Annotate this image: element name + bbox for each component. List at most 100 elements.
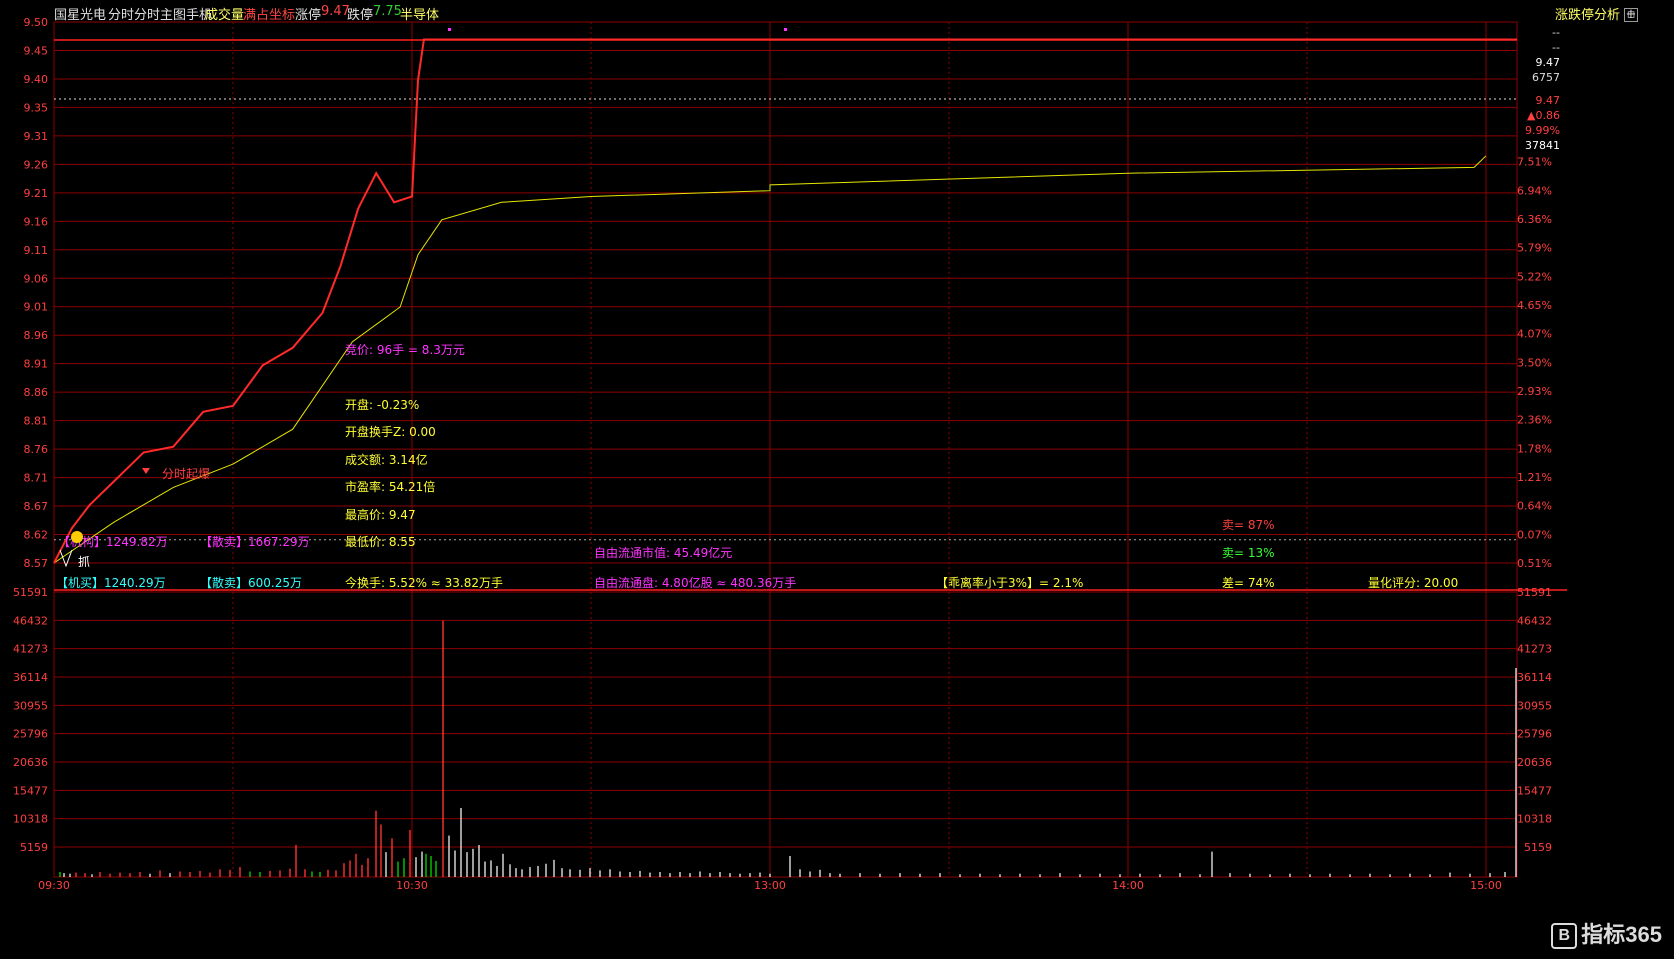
grab-label: 抓 bbox=[78, 555, 90, 569]
stat-label: 最低价: 8.55 bbox=[345, 535, 416, 549]
signal-icon bbox=[142, 468, 150, 474]
stat-label: 开盘换手Z: 0.00 bbox=[345, 424, 436, 439]
deviation-label: 【乖离率小于3%】= 2.1% bbox=[936, 575, 1083, 590]
float-value-label: 自由流通市值: 45.49亿元 bbox=[594, 545, 732, 560]
price-tick: 8.86 bbox=[24, 386, 49, 399]
info-value: 9.47 bbox=[1536, 56, 1561, 69]
burst-label: 分时起爆 bbox=[162, 467, 210, 481]
price-tick: 9.26 bbox=[24, 158, 49, 171]
pct-tick: 5.79% bbox=[1517, 242, 1552, 255]
price-tick: 9.11 bbox=[24, 244, 49, 257]
time-tick: 15:00 bbox=[1470, 879, 1502, 892]
volume-tick: 5159 bbox=[20, 841, 48, 854]
info-value: -- bbox=[1552, 41, 1560, 54]
price-tick: 8.76 bbox=[24, 443, 49, 456]
volume-tick-right: 15477 bbox=[1517, 784, 1552, 797]
pct-tick: 6.36% bbox=[1517, 213, 1552, 226]
volume-tick-right: 51591 bbox=[1517, 586, 1552, 599]
stat-label: 市盈率: 54.21倍 bbox=[345, 479, 435, 494]
float-shares-label: 自由流通盘: 4.80亿股 ≈ 480.36万手 bbox=[594, 575, 796, 590]
volume-tick-right: 36114 bbox=[1517, 671, 1552, 684]
chart-grid bbox=[53, 21, 1567, 878]
price-tick: 9.31 bbox=[24, 130, 49, 143]
volume-tick: 20636 bbox=[13, 756, 48, 769]
volume-tick: 30955 bbox=[13, 699, 48, 712]
volume-tick-right: 46432 bbox=[1517, 614, 1552, 627]
price-tick: 9.45 bbox=[24, 44, 49, 57]
price-tick: 9.06 bbox=[24, 272, 49, 285]
info-value: ▲0.86 bbox=[1527, 109, 1560, 122]
brand-logo-icon: B bbox=[1551, 923, 1578, 949]
volume-tick-right: 30955 bbox=[1517, 699, 1552, 712]
volume-tick-right: 20636 bbox=[1517, 756, 1552, 769]
volume-tick: 25796 bbox=[13, 728, 48, 741]
price-tick: 9.50 bbox=[24, 16, 49, 29]
volume-tick: 36114 bbox=[13, 671, 48, 684]
pct-tick: 2.36% bbox=[1517, 414, 1552, 427]
price-tick: 8.62 bbox=[24, 529, 49, 542]
watermark-text: 指标365 bbox=[1581, 921, 1662, 947]
retail-sell-label: 【散卖】1667.29万 bbox=[200, 534, 310, 549]
stat-label: 成交额: 3.14亿 bbox=[345, 452, 428, 467]
pct-tick: 7.51% bbox=[1517, 156, 1552, 169]
pct-tick: 4.65% bbox=[1517, 299, 1552, 312]
price-tick: 8.67 bbox=[24, 500, 49, 513]
price-tick: 9.35 bbox=[24, 101, 49, 114]
volume-tick-right: 5159 bbox=[1524, 841, 1552, 854]
time-tick: 10:30 bbox=[396, 879, 428, 892]
volume-tick-right: 10318 bbox=[1517, 813, 1552, 826]
diff-pct-label: 差= 74% bbox=[1222, 576, 1275, 590]
price-tick: 9.16 bbox=[24, 215, 49, 228]
turnover-label: 今换手: 5.52% ≈ 33.82万手 bbox=[345, 575, 503, 590]
volume-tick: 41273 bbox=[13, 643, 48, 656]
smiley-icon bbox=[71, 531, 83, 543]
price-tick: 9.21 bbox=[24, 187, 49, 200]
volume-tick-right: 25796 bbox=[1517, 728, 1552, 741]
stat-label: 开盘: -0.23% bbox=[345, 397, 419, 412]
price-tick: 8.57 bbox=[24, 557, 49, 570]
price-lines bbox=[53, 28, 1517, 564]
retail-sell-label: 【散卖】600.25万 bbox=[200, 575, 302, 590]
pct-tick: 6.94% bbox=[1517, 184, 1552, 197]
volume-tick: 51591 bbox=[13, 586, 48, 599]
price-tick: 9.01 bbox=[24, 301, 49, 314]
price-tick: 8.71 bbox=[24, 472, 49, 485]
pct-tick: 2.93% bbox=[1517, 385, 1552, 398]
price-tick: 8.96 bbox=[24, 329, 49, 342]
intraday-chart: 9.50 9.45 9.40 9.35 9.31 9.26 9.21 9.16 9.11 9.06… bbox=[13, 16, 1567, 892]
volume-bars bbox=[59, 620, 1517, 877]
price-tick: 8.91 bbox=[24, 358, 49, 371]
time-tick: 13:00 bbox=[754, 879, 786, 892]
limit-marker bbox=[784, 28, 787, 31]
volume-tick-right: 41273 bbox=[1517, 643, 1552, 656]
price-tick: 8.81 bbox=[24, 415, 49, 428]
stat-label: 最高价: 9.47 bbox=[345, 507, 416, 522]
info-value: 37841 bbox=[1525, 139, 1560, 152]
pct-tick: 4.07% bbox=[1517, 328, 1552, 341]
time-tick: 14:00 bbox=[1112, 879, 1144, 892]
volume-tick: 15477 bbox=[13, 784, 48, 797]
main-buy-label: 【机买】1240.29万 bbox=[56, 576, 166, 590]
auction-label: 竞价: 96手 = 8.3万元 bbox=[345, 343, 465, 357]
time-tick: 09:30 bbox=[38, 879, 70, 892]
pct-tick: 1.78% bbox=[1517, 442, 1552, 455]
annotations: 竞价: 96手 = 8.3万元开盘: -0.23% 开盘换手Z: 0.00 成交额:… bbox=[56, 343, 1458, 590]
pct-tick: 5.22% bbox=[1517, 270, 1552, 283]
sell-pct-label: 卖= 87% bbox=[1222, 518, 1275, 532]
pct-tick: 0.07% bbox=[1517, 528, 1552, 541]
limit-marker bbox=[448, 28, 451, 31]
pct-tick: 3.50% bbox=[1517, 356, 1552, 369]
pct-tick: 1.21% bbox=[1517, 471, 1552, 484]
info-value: 9.99% bbox=[1525, 124, 1560, 137]
pct-tick: 0.51% bbox=[1517, 557, 1552, 570]
price-tick: 9.40 bbox=[24, 73, 49, 86]
info-value: 9.47 bbox=[1536, 94, 1561, 107]
buy-pct-label: 卖= 13% bbox=[1222, 546, 1275, 560]
axis-ticks: 9.50 9.45 9.40 9.35 9.31 9.26 9.21 9.16 9.11 9.06… bbox=[13, 16, 1560, 892]
info-value: 6757 bbox=[1532, 71, 1560, 84]
watermark: B 指标365 bbox=[1551, 917, 1662, 949]
score-label: 量化评分: 20.00 bbox=[1368, 576, 1458, 590]
pct-tick: 0.64% bbox=[1517, 500, 1552, 513]
info-value: -- bbox=[1552, 26, 1560, 39]
volume-tick: 10318 bbox=[13, 813, 48, 826]
